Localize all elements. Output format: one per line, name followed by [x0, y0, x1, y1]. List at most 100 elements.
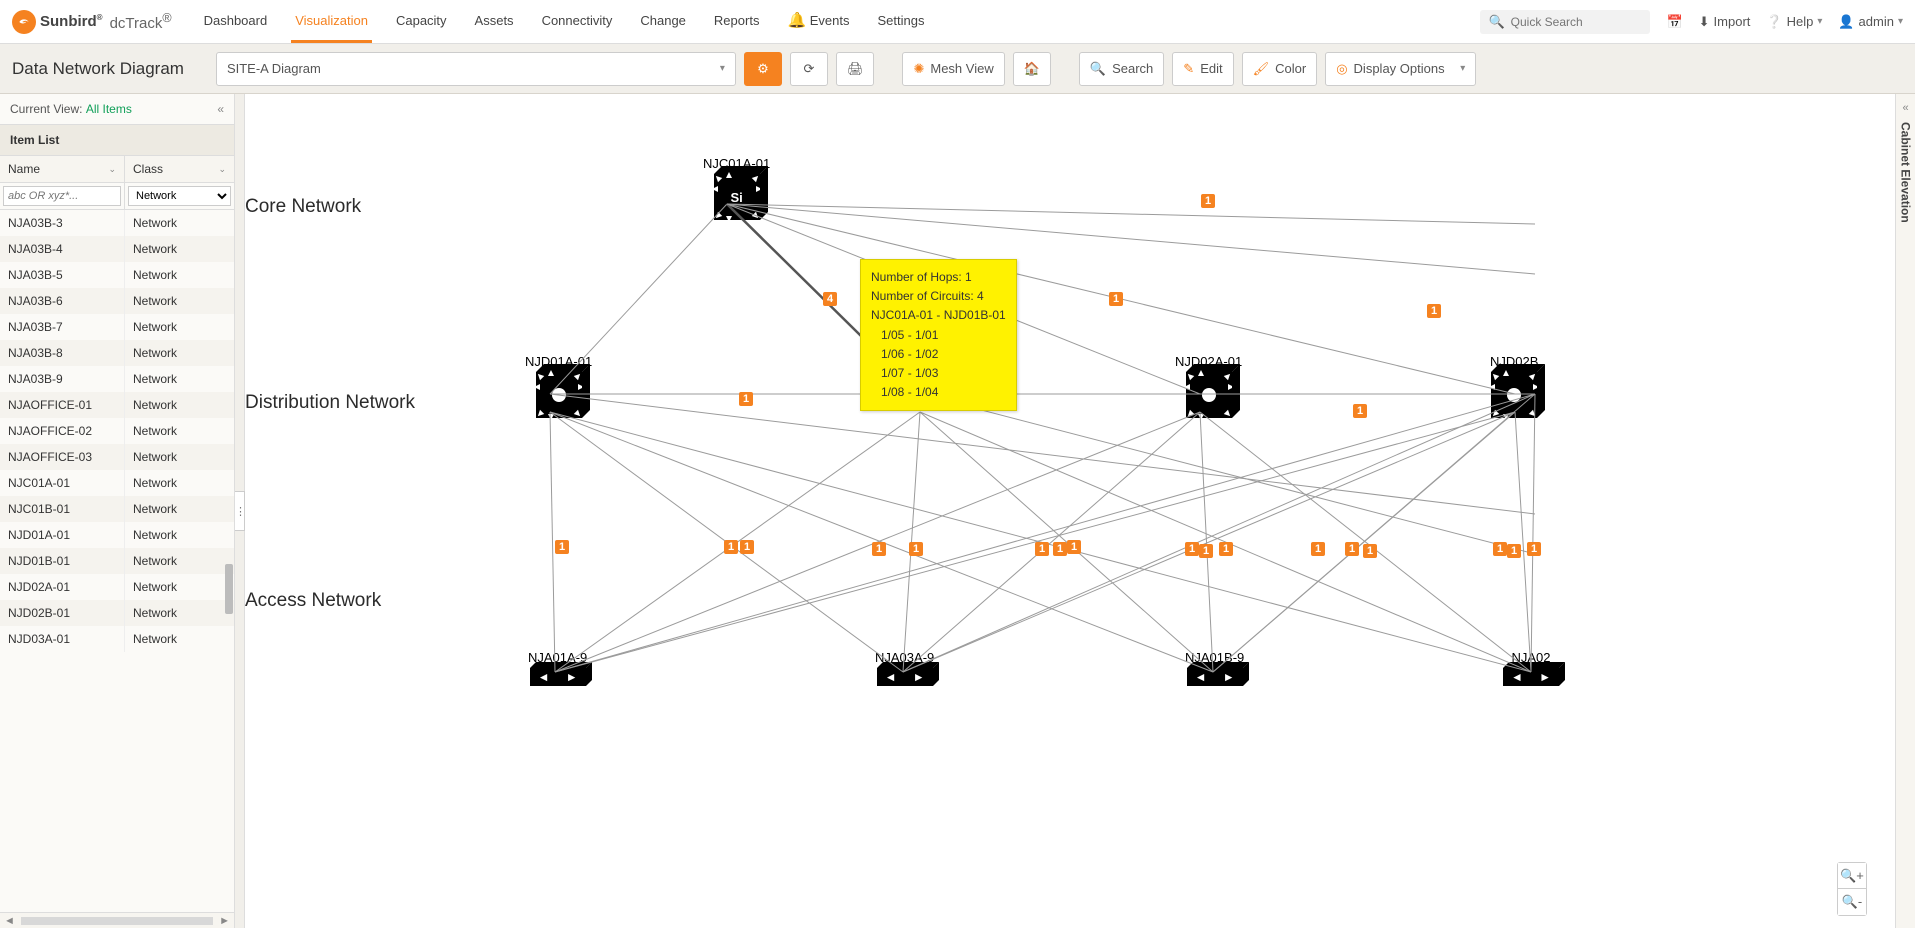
- table-row[interactable]: NJAOFFICE-02Network: [0, 418, 234, 444]
- table-row[interactable]: NJA03B-7Network: [0, 314, 234, 340]
- cell-name: NJD01B-01: [0, 548, 125, 574]
- help-button[interactable]: ❔Help▾: [1766, 14, 1822, 30]
- node-access-nja01b-9[interactable]: NJA01B-9 ◄►: [1185, 650, 1244, 686]
- table-row[interactable]: NJD01A-01Network: [0, 522, 234, 548]
- nav-dashboard[interactable]: Dashboard: [200, 1, 272, 43]
- search-button[interactable]: 🔍Search: [1079, 52, 1164, 86]
- search-icon: 🔍: [1488, 14, 1504, 30]
- item-list-header: Item List: [0, 124, 234, 156]
- scroll-right-icon[interactable]: ►: [219, 915, 230, 927]
- hop-badge[interactable]: 1: [1035, 542, 1049, 556]
- home-button[interactable]: 🏠: [1013, 52, 1051, 86]
- print-button[interactable]: 🖨: [836, 52, 875, 86]
- nav-change[interactable]: Change: [636, 1, 690, 43]
- table-row[interactable]: NJA03B-8Network: [0, 340, 234, 366]
- hop-badge[interactable]: 1: [1345, 542, 1359, 556]
- scrollbar-thumb[interactable]: [225, 564, 233, 614]
- hop-badge[interactable]: 4: [823, 292, 837, 306]
- hop-badge[interactable]: 1: [1493, 542, 1507, 556]
- table-row[interactable]: NJA03B-4Network: [0, 236, 234, 262]
- hop-badge[interactable]: 1: [1109, 292, 1123, 306]
- hop-badge[interactable]: 1: [1427, 304, 1441, 318]
- hop-badge[interactable]: 1: [1185, 542, 1199, 556]
- tooltip-circuits: Number of Circuits: 4: [871, 287, 1006, 306]
- user-menu[interactable]: 👤admin▾: [1838, 14, 1903, 30]
- table-row[interactable]: NJC01B-01Network: [0, 496, 234, 522]
- filter-class-select[interactable]: Network: [128, 186, 231, 206]
- quick-search[interactable]: 🔍: [1480, 10, 1650, 34]
- col-header-class[interactable]: Class⌄: [125, 156, 234, 182]
- diagram-canvas[interactable]: Core Network Distribution Network Access…: [235, 94, 1895, 928]
- filter-name-input[interactable]: [3, 186, 121, 206]
- hop-badge[interactable]: 1: [724, 540, 738, 554]
- table-row[interactable]: NJA03B-6Network: [0, 288, 234, 314]
- nav-capacity[interactable]: Capacity: [392, 1, 451, 43]
- mesh-view-button[interactable]: ✺Mesh View: [902, 52, 1004, 86]
- node-core-njc01a-01[interactable]: NJC01A-01 Si: [703, 156, 770, 220]
- cell-name: NJA03B-5: [0, 262, 125, 288]
- node-access-nja02[interactable]: NJA02 ◄►: [1503, 650, 1559, 686]
- diagram-selector[interactable]: SITE-A Diagram ▾: [216, 52, 736, 86]
- settings-gear-button[interactable]: ⚙: [744, 52, 782, 86]
- hop-badge[interactable]: 1: [909, 542, 923, 556]
- all-items-link[interactable]: All Items: [86, 102, 132, 116]
- table-row[interactable]: NJA03B-5Network: [0, 262, 234, 288]
- hop-badge[interactable]: 1: [872, 542, 886, 556]
- hop-badge[interactable]: 1: [1353, 404, 1367, 418]
- gear-icon: ⚙: [757, 61, 769, 77]
- hop-badge[interactable]: 1: [740, 540, 754, 554]
- nav-connectivity[interactable]: Connectivity: [538, 1, 617, 43]
- hop-badge[interactable]: 1: [1067, 540, 1081, 554]
- hop-badge[interactable]: 1: [1219, 542, 1233, 556]
- refresh-icon: ⟳: [804, 61, 815, 77]
- hop-badge[interactable]: 1: [555, 540, 569, 554]
- table-row[interactable]: NJD02A-01Network: [0, 574, 234, 600]
- h-scrollbar[interactable]: ◄►: [0, 912, 234, 928]
- quick-search-input[interactable]: [1511, 15, 1666, 29]
- color-button[interactable]: 🖌Color: [1242, 52, 1318, 86]
- cell-name: NJD01A-01: [0, 522, 125, 548]
- hop-badge[interactable]: 1: [739, 392, 753, 406]
- nav-visualization[interactable]: Visualization: [291, 1, 372, 43]
- import-button[interactable]: ⬇Import: [1699, 14, 1751, 30]
- table-row[interactable]: NJA03B-9Network: [0, 366, 234, 392]
- table-row[interactable]: NJD03A-01Network: [0, 626, 234, 652]
- node-access-nja01a-9[interactable]: NJA01A-9 ◄►: [528, 650, 587, 686]
- edit-button[interactable]: ✎Edit: [1172, 52, 1233, 86]
- col-header-name[interactable]: Name⌄: [0, 156, 125, 182]
- node-dist-njd02a-01[interactable]: NJD02A-01: [1175, 354, 1242, 418]
- node-dist-njd02b-01[interactable]: NJD02B: [1490, 354, 1538, 418]
- node-dist-njd01a-01[interactable]: NJD01A-01: [525, 354, 592, 418]
- scroll-left-icon[interactable]: ◄: [4, 915, 15, 927]
- table-row[interactable]: NJAOFFICE-03Network: [0, 444, 234, 470]
- table-row[interactable]: NJA03B-3Network: [0, 210, 234, 236]
- nav-settings[interactable]: Settings: [874, 1, 929, 43]
- refresh-button[interactable]: ⟳: [790, 52, 828, 86]
- expand-cabinet-icon[interactable]: «: [1902, 102, 1908, 114]
- hop-badge[interactable]: 1: [1527, 542, 1541, 556]
- nav-assets[interactable]: Assets: [471, 1, 518, 43]
- table-row[interactable]: NJD02B-01Network: [0, 600, 234, 626]
- zoom-out-button[interactable]: 🔍-: [1838, 889, 1866, 915]
- sidebar-drag-handle[interactable]: ⋮: [235, 491, 245, 531]
- table-row[interactable]: NJD01B-01Network: [0, 548, 234, 574]
- hop-badge[interactable]: 1: [1311, 542, 1325, 556]
- layer-core-label: Core Network: [245, 196, 361, 218]
- table-row[interactable]: NJAOFFICE-01Network: [0, 392, 234, 418]
- diagram-selector-value: SITE-A Diagram: [227, 61, 321, 76]
- hop-badge[interactable]: 1: [1199, 544, 1213, 558]
- nav-reports[interactable]: Reports: [710, 1, 764, 43]
- table-row[interactable]: NJC01A-01Network: [0, 470, 234, 496]
- layer-dist-label: Distribution Network: [245, 392, 415, 414]
- hop-badge[interactable]: 1: [1201, 194, 1215, 208]
- zoom-in-button[interactable]: 🔍+: [1838, 863, 1866, 889]
- hop-badge[interactable]: 1: [1053, 542, 1067, 556]
- calendar-button[interactable]: 📅: [1666, 14, 1682, 30]
- display-options-button[interactable]: ◎Display Options ▾: [1325, 52, 1476, 86]
- nav-events[interactable]: 🔔 Events: [783, 0, 853, 44]
- grid-body[interactable]: NJA03B-3NetworkNJA03B-4NetworkNJA03B-5Ne…: [0, 210, 234, 912]
- collapse-sidebar-icon[interactable]: «: [217, 102, 224, 116]
- node-access-nja03a-9[interactable]: NJA03A-9 ◄►: [875, 650, 934, 686]
- hop-badge[interactable]: 1: [1363, 544, 1377, 558]
- hop-badge[interactable]: 1: [1507, 544, 1521, 558]
